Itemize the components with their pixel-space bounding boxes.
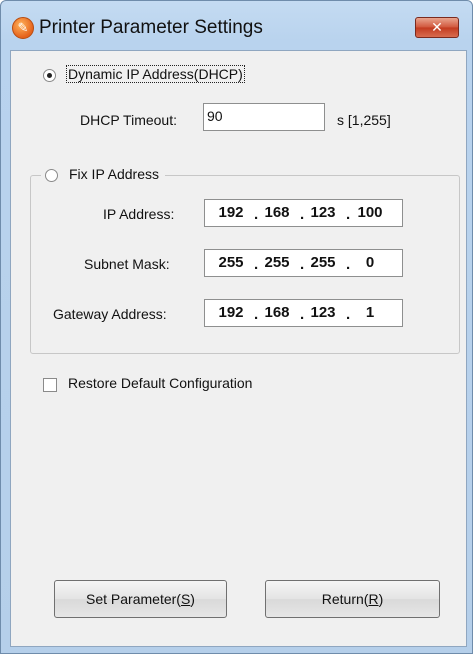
- gateway-octet-2[interactable]: 168: [257, 304, 297, 321]
- dialog-client-area: Dynamic IP Address(DHCP) DHCP Timeout: 9…: [10, 50, 467, 647]
- return-label: Return(: [321, 591, 369, 607]
- ip-octet-4[interactable]: 100: [350, 204, 390, 221]
- dhcp-radio[interactable]: [43, 69, 56, 82]
- gateway-octet-4[interactable]: 1: [350, 304, 390, 321]
- fixed-ip-radio[interactable]: [45, 169, 58, 182]
- subnet-mask-label: Subnet Mask:: [84, 256, 170, 272]
- gateway-octet-1[interactable]: 192: [211, 304, 251, 321]
- return-accesskey: R: [368, 591, 379, 607]
- gateway-octet-3[interactable]: 123: [303, 304, 343, 321]
- return-label-end: ): [378, 591, 384, 607]
- ip-octet-2[interactable]: 168: [257, 204, 297, 221]
- subnet-octet-4[interactable]: 0: [350, 254, 390, 271]
- ip-address-label: IP Address:: [103, 206, 175, 222]
- dhcp-radio-label[interactable]: Dynamic IP Address(DHCP): [66, 65, 245, 83]
- set-parameter-label-end: ): [190, 591, 195, 607]
- return-button[interactable]: Return(R): [265, 580, 440, 618]
- ip-octet-3[interactable]: 123: [303, 204, 343, 221]
- subnet-octet-3[interactable]: 255: [303, 254, 343, 271]
- subnet-octet-1[interactable]: 255: [211, 254, 251, 271]
- window-title: Printer Parameter Settings: [39, 17, 263, 38]
- gateway-address-label: Gateway Address:: [53, 306, 167, 322]
- dhcp-timeout-range: s [1,255]: [337, 112, 391, 128]
- printer-settings-window: ✎ Printer Parameter Settings ✕ Dynamic I…: [0, 0, 473, 654]
- subnet-octet-2[interactable]: 255: [257, 254, 297, 271]
- dhcp-timeout-input[interactable]: 90: [203, 103, 325, 131]
- ip-address-input[interactable]: 192 . 168 . 123 . 100: [204, 199, 403, 227]
- title-bar[interactable]: ✎ Printer Parameter Settings ✕: [1, 1, 472, 41]
- gateway-address-input[interactable]: 192 . 168 . 123 . 1: [204, 299, 403, 327]
- set-parameter-button[interactable]: Set Parameter(S): [54, 580, 227, 618]
- dhcp-timeout-label: DHCP Timeout:: [80, 112, 177, 128]
- fixed-ip-radio-label[interactable]: Fix IP Address: [69, 166, 159, 182]
- ip-octet-1[interactable]: 192: [211, 204, 251, 221]
- restore-default-checkbox[interactable]: [43, 378, 57, 392]
- fixed-ip-legend: Fix IP Address: [41, 165, 166, 185]
- set-parameter-accesskey: S: [180, 591, 191, 607]
- subnet-mask-input[interactable]: 255 . 255 . 255 . 0: [204, 249, 403, 277]
- wrench-icon: ✎: [12, 17, 34, 39]
- restore-default-label[interactable]: Restore Default Configuration: [68, 375, 252, 391]
- close-button[interactable]: ✕: [415, 17, 459, 38]
- set-parameter-label: Set Parameter(: [86, 591, 181, 607]
